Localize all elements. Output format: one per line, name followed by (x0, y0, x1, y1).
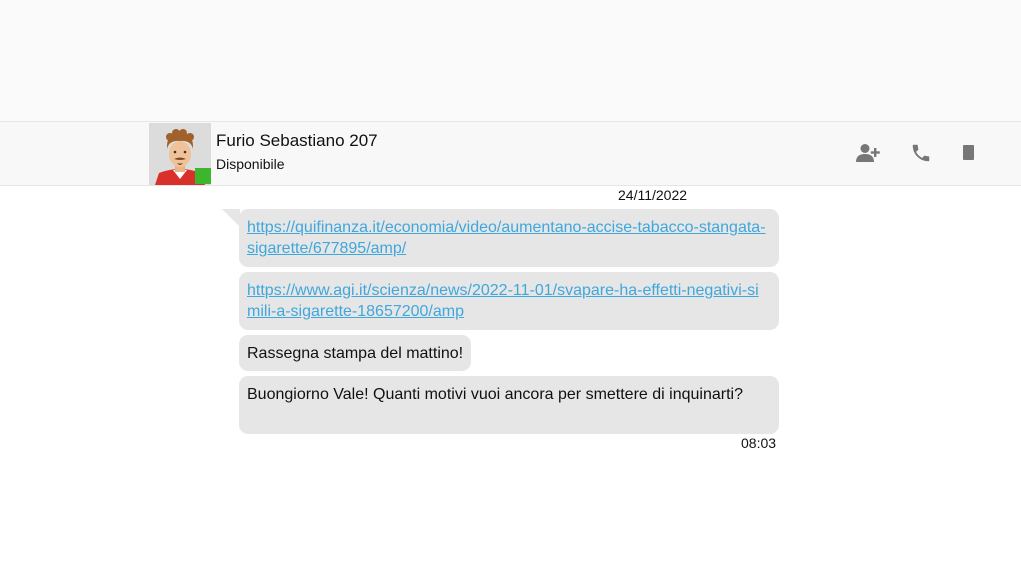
add-user-button[interactable] (855, 140, 881, 166)
add-user-icon (856, 144, 880, 162)
message-link[interactable]: https://www.agi.it/scienza/news/2022-11-… (247, 282, 759, 320)
message-bubble: https://quifinanza.it/economia/video/aum… (239, 209, 779, 267)
call-button[interactable] (908, 140, 934, 166)
message-bubble: Buongiorno Vale! Quanti motivi vuoi anco… (239, 376, 779, 434)
chat-header: Furio Sebastiano 207 Disponibile (0, 121, 1021, 186)
message-text: Rassegna stampa del mattino! (247, 345, 464, 362)
top-blank-area (0, 0, 1021, 121)
message-text: Buongiorno Vale! Quanti motivi vuoi anco… (247, 386, 743, 403)
message-bubble: Rassegna stampa del mattino! (239, 335, 472, 371)
message-link[interactable]: https://quifinanza.it/economia/video/aum… (247, 219, 766, 257)
message-time: 08:03 (741, 435, 777, 451)
message-bubble: https://www.agi.it/scienza/news/2022-11-… (239, 272, 779, 330)
bubble-tail (222, 209, 240, 227)
contact-name: Furio Sebastiano 207 (216, 131, 378, 150)
phone-icon (912, 144, 930, 162)
mobile-call-button[interactable] (956, 140, 982, 166)
presence-indicator (195, 168, 211, 184)
contact-status: Disponibile (216, 156, 285, 172)
conversation-date: 24/11/2022 (618, 187, 688, 203)
mobile-phone-icon (963, 145, 974, 160)
